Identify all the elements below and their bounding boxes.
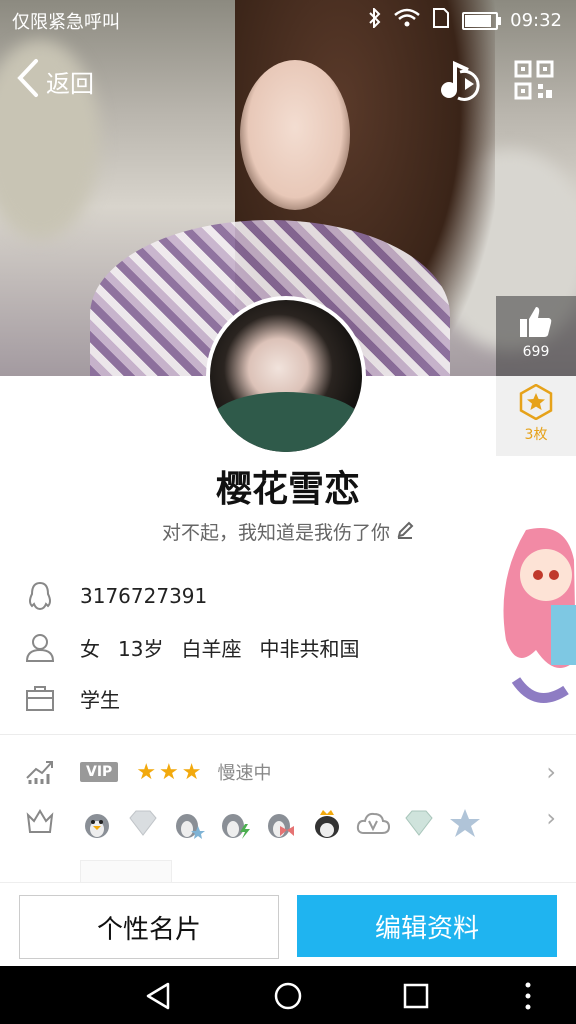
bluetooth-icon (368, 6, 382, 33)
badge-row[interactable]: › (24, 800, 564, 846)
penguin-crown-icon[interactable] (310, 806, 344, 840)
star-button[interactable]: 3枚 (496, 376, 576, 456)
top-bar: 返回 (0, 50, 576, 110)
gender: 女 (80, 636, 100, 661)
qr-code-icon[interactable] (514, 60, 554, 100)
divider (0, 734, 576, 735)
signature[interactable]: 对不起，我知道是我伤了你 (0, 518, 576, 545)
job: 学生 (80, 687, 120, 712)
qq-row[interactable]: 3176727391 (24, 580, 207, 612)
clock: 09:32 (510, 10, 562, 31)
qq-number: 3176727391 (80, 584, 208, 608)
sim-icon (432, 8, 450, 33)
job-row[interactable]: 学生 (24, 682, 120, 714)
penguin-outline-icon (24, 580, 56, 612)
avatar[interactable] (206, 296, 366, 456)
anime-sticker (496, 520, 576, 720)
photo-wall-thumbnail[interactable] (80, 860, 172, 884)
vip-stars: ★ ★ ★ (136, 760, 201, 785)
level-chart-icon (24, 754, 56, 790)
star-icon: ★ (159, 759, 179, 785)
penguin-bow-icon[interactable] (264, 806, 298, 840)
crown-icon (24, 805, 56, 841)
star-count: 3枚 (524, 427, 548, 443)
star-hexagon-icon (518, 383, 554, 424)
badge-list (80, 806, 482, 840)
star-icon: ★ (136, 759, 157, 785)
country: 中非共和国 (259, 636, 360, 661)
zodiac: 白羊座 (181, 636, 242, 661)
briefcase-icon (24, 682, 56, 714)
penguin-icon[interactable] (80, 806, 114, 840)
personal-card-button[interactable]: 个性名片 (19, 895, 279, 959)
nav-back-icon[interactable] (142, 980, 174, 1012)
signature-text: 对不起，我知道是我伤了你 (161, 522, 390, 544)
status-bar: 仅限紧急呼叫 09:32 (0, 0, 576, 38)
like-button[interactable]: 699 (496, 296, 576, 376)
nav-home-icon[interactable] (272, 980, 304, 1012)
back-button[interactable]: 返回 (16, 58, 94, 104)
age: 13岁 (118, 636, 164, 661)
diamond-icon[interactable] (126, 806, 160, 840)
chevron-right-icon[interactable]: › (546, 804, 556, 832)
navigation-bar (0, 966, 576, 1024)
nav-recents-icon[interactable] (400, 980, 432, 1012)
person-icon (24, 631, 56, 663)
vip-status: 慢速中 (217, 763, 272, 784)
vip-row[interactable]: VIP ★ ★ ★ 慢速中 › (24, 752, 564, 792)
thumbs-up-icon (518, 307, 554, 344)
wifi-icon (394, 8, 420, 33)
nickname: 樱花雪恋 (215, 469, 360, 510)
action-bar: 个性名片 编辑资料 (0, 882, 576, 967)
star-badge-icon[interactable] (448, 806, 482, 840)
edit-pencil-icon[interactable] (396, 521, 414, 544)
edit-profile-button[interactable]: 编辑资料 (297, 895, 557, 957)
cloud-v-icon[interactable] (356, 806, 391, 840)
vip-badge: VIP (80, 762, 119, 782)
profile-details-row[interactable]: 女 13岁 白羊座 中非共和国 (24, 631, 359, 663)
like-count: 699 (522, 344, 550, 360)
star-icon: ★ (181, 759, 202, 785)
back-arrow-icon (16, 58, 40, 104)
chevron-right-icon[interactable]: › (546, 758, 556, 786)
nav-menu-icon[interactable] (512, 980, 544, 1012)
carrier-text: 仅限紧急呼叫 (12, 12, 120, 33)
battery-icon (462, 11, 502, 30)
penguin-lightning-icon[interactable] (218, 806, 252, 840)
music-note-icon[interactable] (438, 58, 482, 102)
back-label: 返回 (46, 69, 94, 98)
diamond-green-icon[interactable] (402, 806, 436, 840)
penguin-star-icon[interactable] (172, 806, 206, 840)
